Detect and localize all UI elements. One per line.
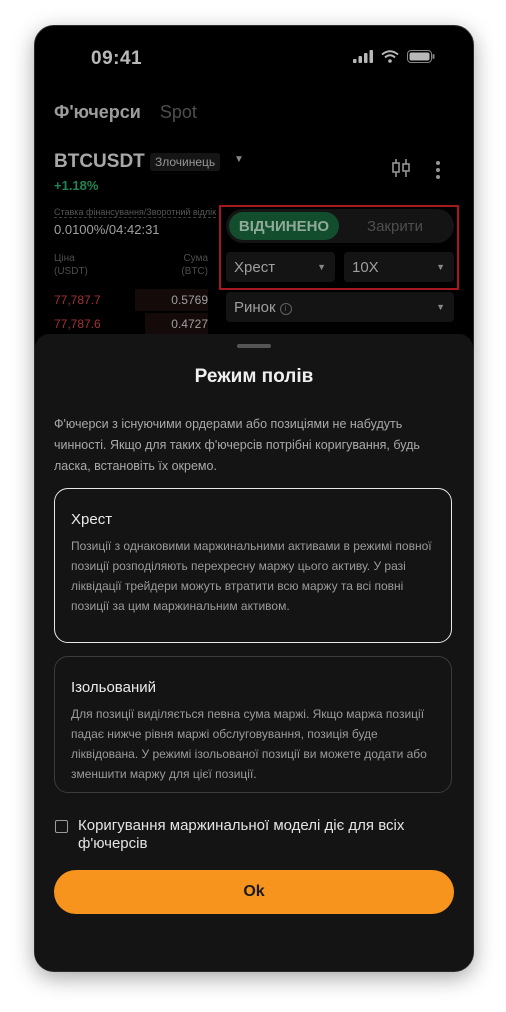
drag-handle[interactable] <box>237 344 271 348</box>
ok-button[interactable]: Ok <box>54 870 454 914</box>
margin-mode-sheet: Режим полів Ф'ючерси з існуючими ордерам… <box>35 334 473 971</box>
option-isolated[interactable]: Ізольований Для позиції виділяється певн… <box>54 656 452 793</box>
sheet-title: Режим полів <box>194 366 314 387</box>
sheet-description: Ф'ючерси з існуючими ордерами або позиці… <box>54 417 420 473</box>
option-description: Для позиції виділяється певна сума маржі… <box>71 707 427 781</box>
phone-frame: 09:41 Ф'ючерси Spot BTCUSDT Злочинець ▼ … <box>34 25 474 972</box>
option-title: Хрест <box>71 511 113 528</box>
option-cross[interactable]: Хрест Позиції з однаковими маржинальними… <box>54 488 452 643</box>
option-title: Ізольований <box>71 679 156 696</box>
apply-all-label[interactable]: Коригування маржинальної моделі діє для … <box>78 817 438 853</box>
apply-all-checkbox[interactable] <box>55 820 68 833</box>
option-description: Позиції з однаковими маржинальними актив… <box>71 539 432 613</box>
